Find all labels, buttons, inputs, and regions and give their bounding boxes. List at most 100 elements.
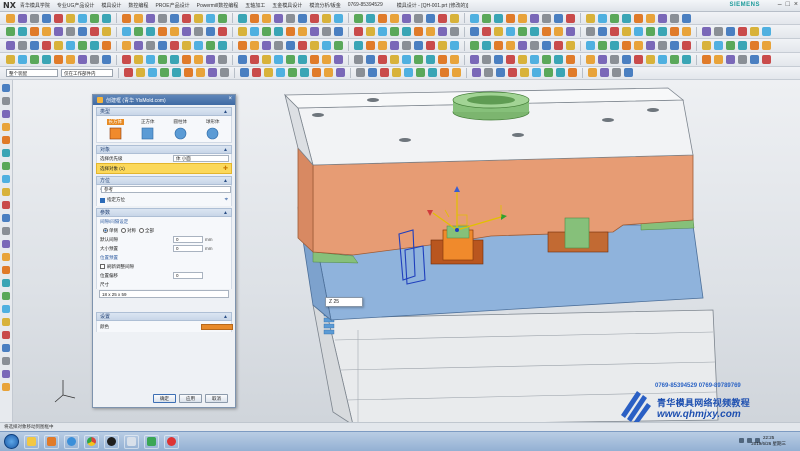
resource-tool-icon[interactable]	[2, 383, 10, 391]
size-input[interactable]: 0	[173, 245, 203, 252]
type-sphere[interactable]: 球形体	[199, 119, 227, 140]
toolbar-tool-icon[interactable]	[286, 27, 295, 36]
toolbar-tool-icon[interactable]	[54, 55, 63, 64]
cancel-button[interactable]: 取消	[205, 394, 228, 403]
radio-one-side[interactable]	[103, 228, 108, 233]
toolbar-tool-icon[interactable]	[298, 41, 307, 50]
toolbar-tool-icon[interactable]	[354, 55, 363, 64]
toolbar-tool-icon[interactable]	[566, 13, 575, 23]
toolbar-tool-icon[interactable]	[124, 68, 133, 77]
toolbar-tool-icon[interactable]	[390, 27, 399, 36]
toolbar-tool-icon[interactable]	[194, 55, 203, 64]
toolbar-tool-icon[interactable]	[30, 13, 39, 23]
resource-tool-icon[interactable]	[2, 227, 10, 235]
toolbar-tool-icon[interactable]	[702, 55, 711, 64]
toolbar-tool-icon[interactable]	[18, 41, 27, 50]
type-section-header[interactable]: 类型 ▲	[96, 107, 232, 116]
toolbar-tool-icon[interactable]	[506, 13, 515, 23]
toolbar-tool-icon[interactable]	[612, 68, 621, 77]
taskbar-app-nx[interactable]	[124, 434, 139, 449]
toolbar-tool-icon[interactable]	[250, 41, 259, 50]
toolbar-tool-icon[interactable]	[356, 68, 365, 77]
toolbar-tool-icon[interactable]	[682, 55, 691, 64]
color-swatch[interactable]	[201, 323, 233, 330]
toolbar-tool-icon[interactable]	[518, 27, 527, 36]
title-menu-item[interactable]: 模流分析/钣金	[309, 2, 340, 9]
toolbar-tool-icon[interactable]	[170, 41, 179, 50]
toolbar-tool-icon[interactable]	[218, 13, 227, 23]
toolbar-tool-icon[interactable]	[450, 27, 459, 36]
toolbar-tool-icon[interactable]	[366, 55, 375, 64]
toolbar-tool-icon[interactable]	[148, 68, 157, 77]
resource-tool-icon[interactable]	[2, 97, 10, 105]
toolbar-tool-icon[interactable]	[6, 13, 15, 23]
selection-priority-dropdown[interactable]: 体 小面	[173, 155, 229, 162]
dialog-close-button[interactable]: ×	[228, 96, 232, 102]
toolbar-tool-icon[interactable]	[622, 41, 631, 50]
toolbar-tool-icon[interactable]	[484, 68, 493, 77]
toolbar-tool-icon[interactable]	[762, 27, 771, 36]
toolbar-tool-icon[interactable]	[390, 55, 399, 64]
toolbar-tool-icon[interactable]	[274, 55, 283, 64]
toolbar-tool-icon[interactable]	[452, 68, 461, 77]
toolbar-tool-icon[interactable]	[54, 41, 63, 50]
settings-section-header[interactable]: 设置 ▲	[96, 312, 232, 321]
toolbar-tool-icon[interactable]	[380, 68, 389, 77]
toolbar-tool-icon[interactable]	[146, 27, 155, 36]
toolbar-tool-icon[interactable]	[122, 41, 131, 50]
toolbar-tool-icon[interactable]	[530, 27, 539, 36]
toolbar-tool-icon[interactable]	[30, 27, 39, 36]
toolbar-tool-icon[interactable]	[554, 41, 563, 50]
toolbar-tool-icon[interactable]	[440, 68, 449, 77]
toolbar-tool-icon[interactable]	[206, 27, 215, 36]
scope-dropdown[interactable]: 仅在工作部件内	[61, 69, 113, 77]
offset-input[interactable]: 0	[173, 272, 203, 279]
toolbar-tool-icon[interactable]	[450, 13, 459, 23]
toolbar-tool-icon[interactable]	[194, 13, 203, 23]
toolbar-tool-icon[interactable]	[714, 55, 723, 64]
toolbar-tool-icon[interactable]	[322, 41, 331, 50]
toolbar-tool-icon[interactable]	[322, 13, 331, 23]
title-menu-item[interactable]: 五轴加工	[245, 2, 265, 9]
apply-button[interactable]: 应用	[179, 394, 202, 403]
toolbar-tool-icon[interactable]	[566, 55, 575, 64]
select-object-row[interactable]: 选择对象 (1) ✚	[96, 163, 232, 174]
toolbar-tool-icon[interactable]	[300, 68, 309, 77]
toolbar-tool-icon[interactable]	[378, 27, 387, 36]
toolbar-tool-icon[interactable]	[554, 13, 563, 23]
toolbar-tool-icon[interactable]	[262, 41, 271, 50]
toolbar-tool-icon[interactable]	[18, 55, 27, 64]
toolbar-tool-icon[interactable]	[402, 55, 411, 64]
title-menu-item[interactable]: 专业UG产品设计	[57, 2, 95, 9]
toolbar-tool-icon[interactable]	[324, 68, 333, 77]
toolbar-tool-icon[interactable]	[42, 13, 51, 23]
toolbar-tool-icon[interactable]	[158, 41, 167, 50]
toolbar-tool-icon[interactable]	[610, 55, 619, 64]
toolbar-tool-icon[interactable]	[146, 13, 155, 23]
toolbar-tool-icon[interactable]	[66, 41, 75, 50]
toolbar-tool-icon[interactable]	[182, 55, 191, 64]
toolbar-tool-icon[interactable]	[750, 55, 759, 64]
toolbar-tool-icon[interactable]	[170, 55, 179, 64]
toolbar-tool-icon[interactable]	[90, 13, 99, 23]
taskbar-app-explorer[interactable]	[24, 434, 39, 449]
checkbox[interactable]	[100, 264, 105, 269]
toolbar-tool-icon[interactable]	[530, 55, 539, 64]
toolbar-tool-icon[interactable]	[66, 55, 75, 64]
toolbar-tool-icon[interactable]	[482, 13, 491, 23]
toolbar-tool-icon[interactable]	[102, 13, 111, 23]
toolbar-tool-icon[interactable]	[566, 41, 575, 50]
toolbar-tool-icon[interactable]	[542, 41, 551, 50]
toolbar-tool-icon[interactable]	[90, 55, 99, 64]
resource-tool-icon[interactable]	[2, 344, 10, 352]
toolbar-tool-icon[interactable]	[158, 55, 167, 64]
toolbar-tool-icon[interactable]	[134, 27, 143, 36]
toolbar-tool-icon[interactable]	[530, 41, 539, 50]
toolbar-tool-icon[interactable]	[274, 41, 283, 50]
toolbar-tool-icon[interactable]	[310, 55, 319, 64]
toolbar-tool-icon[interactable]	[322, 55, 331, 64]
toolbar-tool-icon[interactable]	[414, 41, 423, 50]
title-menu-item[interactable]: 模具设计	[101, 2, 121, 9]
toolbar-tool-icon[interactable]	[426, 27, 435, 36]
toolbar-tool-icon[interactable]	[136, 68, 145, 77]
